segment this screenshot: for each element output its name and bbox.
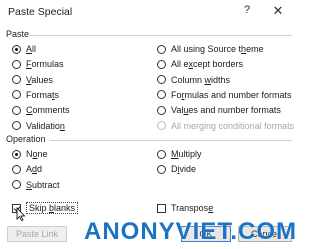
operation-radio-multiply[interactable]: Multiply [157, 148, 202, 160]
close-button[interactable]: ✕ [271, 3, 285, 18]
operation-radio-subtract[interactable]: Subtract [12, 179, 60, 191]
radio-button-icon [12, 149, 21, 159]
operation-radio-none[interactable]: None [12, 148, 48, 160]
operation-label: Divide [171, 164, 197, 175]
transpose-label: Transpose [171, 203, 214, 213]
paste-radio-comments[interactable]: Comments [12, 104, 70, 116]
transpose-check-icon [157, 203, 166, 213]
operation-label: Subtract [26, 179, 60, 190]
help-button[interactable]: ? [240, 4, 254, 18]
paste-label: All except borders [171, 59, 244, 70]
operation-label: Add [26, 164, 43, 175]
radio-button-icon [157, 164, 166, 174]
radio-button-icon [12, 75, 21, 85]
paste-label: Values [26, 74, 53, 85]
operation-section-heading: Operation [6, 134, 46, 144]
paste-section-divider [30, 35, 292, 36]
paste-label: Validation [26, 120, 65, 131]
paste-radio-formats[interactable]: Formats [12, 89, 59, 101]
radio-button-icon [157, 105, 166, 115]
operation-section-divider [50, 140, 292, 141]
radio-button-icon [12, 59, 21, 69]
radio-button-icon [12, 164, 21, 174]
paste-link-button[interactable]: Paste Link [7, 226, 67, 242]
paste-radio-all-using-source-theme[interactable]: All using Source theme [157, 43, 264, 55]
paste-radio-values[interactable]: Values [12, 74, 53, 86]
paste-label: Values and number formats [171, 105, 281, 116]
paste-label: Column widths [171, 74, 231, 85]
paste-label: Formulas [26, 59, 64, 70]
paste-radio-all-merging-conditional-formats: All merging conditional formats [157, 120, 294, 132]
operation-label: None [26, 149, 48, 159]
radio-button-icon [157, 59, 166, 69]
paste-radio-all-except-borders[interactable]: All except borders [157, 58, 243, 70]
paste-radio-formulas[interactable]: Formulas [12, 58, 64, 70]
paste-label: Formats [26, 89, 60, 100]
paste-special-dialog: Paste Special ? ✕ Paste All Formulas Value… [0, 0, 300, 249]
operation-radio-divide[interactable]: Divide [157, 163, 196, 175]
radio-button-icon [157, 149, 166, 159]
dialog-title: Paste Special [8, 6, 73, 18]
watermark-text: ANONYVIET.COM [84, 218, 298, 245]
paste-section-heading: Paste [6, 29, 30, 39]
paste-radio-column-widths[interactable]: Column widths [157, 74, 230, 86]
paste-radio-values-and-number-formats[interactable]: Values and number formats [157, 104, 281, 116]
paste-radio-validation[interactable]: Validation [12, 120, 65, 132]
operation-radio-add[interactable]: Add [12, 163, 42, 175]
operation-label: Multiply [171, 149, 202, 159]
radio-button-icon [12, 44, 21, 54]
mouse-cursor-icon [16, 207, 26, 221]
transpose-checkbox[interactable]: Transpose [157, 202, 213, 214]
radio-button-icon [12, 105, 21, 115]
skip-blanks-label: Skip blanks [26, 202, 79, 214]
radio-button-icon [157, 75, 166, 85]
radio-button-icon [12, 180, 21, 190]
paste-radio-all[interactable]: All [12, 43, 36, 55]
radio-button-icon [12, 121, 21, 130]
radio-button-icon [12, 90, 21, 100]
paste-label: All merging conditional formats [171, 120, 295, 131]
paste-label: All using Source theme [171, 44, 264, 54]
paste-label: All [26, 44, 37, 54]
radio-button-icon [157, 44, 166, 54]
paste-label: Formulas and number formats [171, 89, 292, 100]
radio-button-icon [157, 90, 166, 100]
radio-button-icon [157, 121, 166, 130]
paste-radio-formulas-and-number-formats[interactable]: Formulas and number formats [157, 89, 292, 101]
paste-label: Comments [26, 105, 70, 116]
